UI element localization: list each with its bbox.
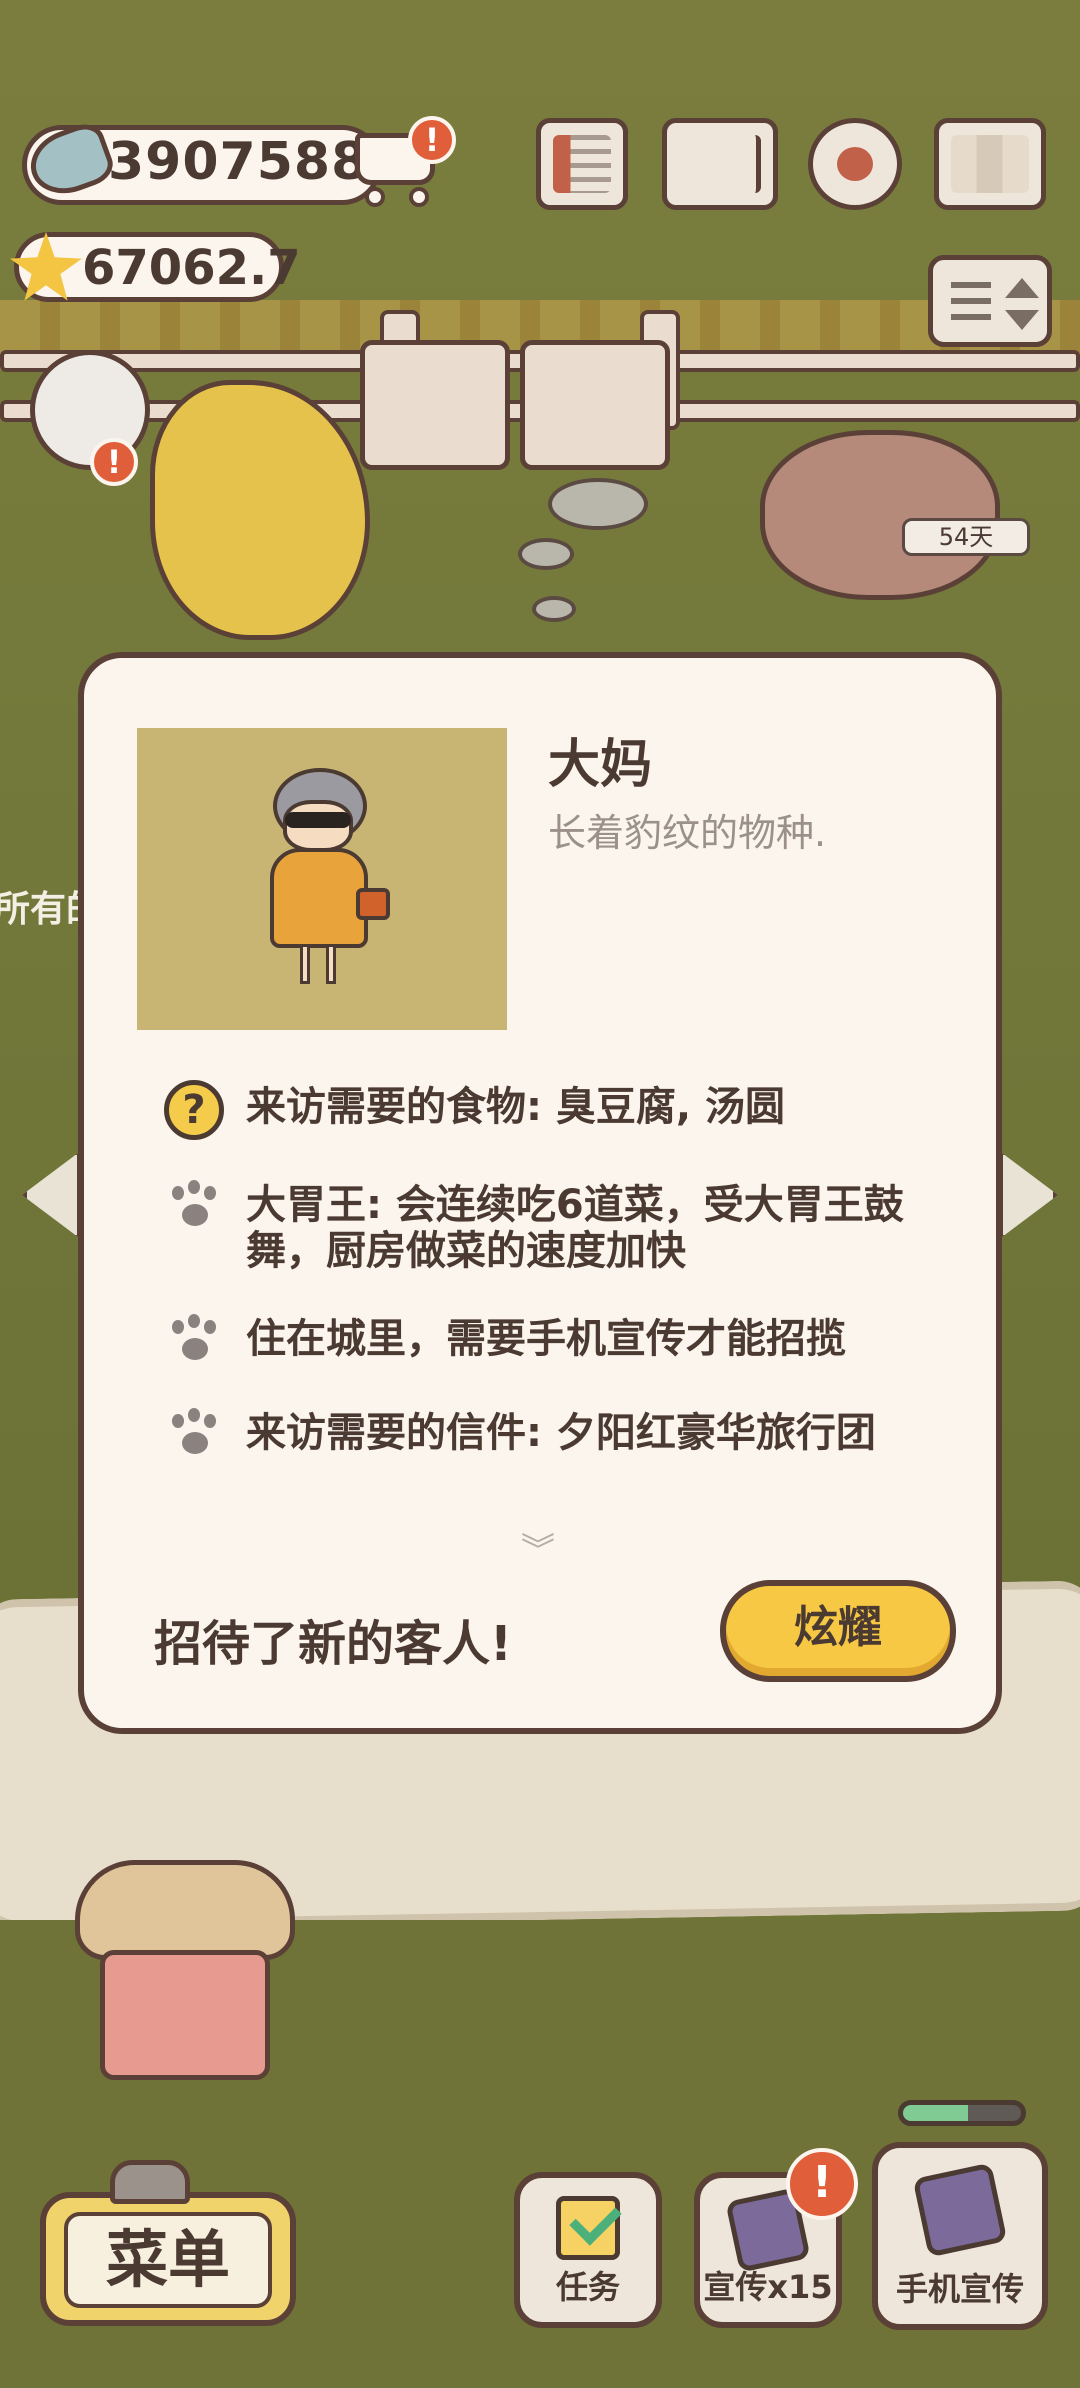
show-off-button[interactable]: 炫耀 <box>720 1580 956 1682</box>
menu-label: 菜单 <box>64 2212 272 2308</box>
clipboard-clip-icon <box>110 2160 190 2204</box>
map-button[interactable] <box>934 118 1046 210</box>
checkbox-icon <box>556 2196 620 2260</box>
stepping-stone <box>532 596 576 622</box>
promo-label: 宣传x15 <box>703 2268 833 2306</box>
scroll-more-icon[interactable]: ︾ <box>518 1534 558 1568</box>
paw-icon <box>164 1178 224 1238</box>
cat-alert-badge: ! <box>90 438 138 486</box>
guest-description: 长着豹纹的物种. <box>548 811 827 855</box>
paw-icon <box>164 1312 224 1372</box>
menu-button[interactable]: 菜单 <box>40 2192 296 2326</box>
sort-button[interactable] <box>928 255 1052 347</box>
phone-promo-button[interactable]: 手机宣传 <box>872 2142 1048 2330</box>
star-count: 67062.7 <box>82 240 301 296</box>
phone-promo-label: 手机宣传 <box>895 2270 1024 2308</box>
task-label: 任务 <box>555 2268 620 2306</box>
food-stall[interactable] <box>75 1860 295 2100</box>
trait-text: 住在城里，需要手机宣传才能招揽 <box>246 1316 846 1362</box>
phone-icon <box>912 2162 1008 2258</box>
gear-icon <box>837 147 873 181</box>
campfire-rock[interactable] <box>760 430 1000 600</box>
task-button[interactable]: 任务 <box>514 2172 662 2328</box>
paw-icon <box>164 1406 224 1466</box>
guest-name: 大妈 <box>548 735 653 795</box>
progress-fill <box>903 2105 968 2121</box>
days-badge: 54天 <box>902 518 1030 556</box>
trait-text: 来访需要的食物: 臭豆腐, 汤圆 <box>246 1084 786 1130</box>
newspaper-button[interactable] <box>536 118 628 210</box>
granny-sprite <box>270 848 368 948</box>
newspaper-icon <box>553 135 611 193</box>
sort-icon <box>951 282 991 326</box>
settings-button[interactable] <box>808 118 902 210</box>
trait-text: 大胃王: 会连续吃6道菜，受大胃王鼓舞，厨房做菜的速度加快 <box>246 1182 904 1274</box>
shop-alert-badge: ! <box>408 116 456 164</box>
handbag-icon <box>356 888 390 920</box>
phone-promo-progress <box>898 2100 1026 2126</box>
question-icon: ? <box>164 1080 224 1140</box>
recipe-book-button[interactable] <box>662 118 778 210</box>
fish-count: 3907588 <box>108 132 369 192</box>
book-icon <box>679 135 761 193</box>
stepping-stone <box>518 538 574 570</box>
new-guest-message: 招待了新的客人! <box>154 1616 512 1672</box>
show-off-label: 炫耀 <box>794 1602 882 1653</box>
promo-alert-badge: ! <box>786 2148 858 2220</box>
garden-gate[interactable] <box>360 340 680 470</box>
sunglasses-icon <box>285 812 351 828</box>
trait-text: 来访需要的信件: 夕阳红豪华旅行团 <box>246 1410 876 1456</box>
map-icon <box>951 135 1029 193</box>
stepping-stone <box>548 478 648 530</box>
